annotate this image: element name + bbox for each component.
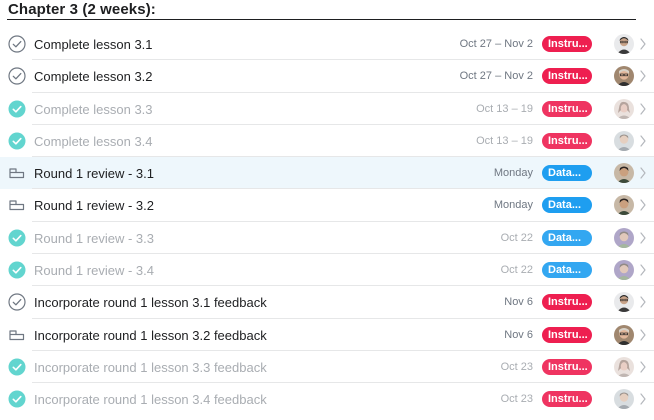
chevron-right-icon[interactable] — [639, 166, 647, 180]
approval-icon[interactable] — [8, 326, 26, 344]
due-date[interactable]: Oct 22 — [501, 264, 533, 276]
project-tag[interactable]: Instru... — [542, 294, 592, 311]
check-circle-icon[interactable] — [8, 293, 26, 311]
task-row[interactable]: Round 1 review - 3.2 Monday Data... — [0, 189, 654, 222]
task-name[interactable]: Round 1 review - 3.3 — [34, 231, 154, 246]
due-date[interactable]: Nov 6 — [504, 296, 533, 308]
project-tag[interactable]: Instru... — [542, 132, 592, 149]
project-tag[interactable]: Instru... — [542, 100, 592, 117]
project-tag[interactable]: Data... — [542, 197, 592, 214]
task-row[interactable]: Incorporate round 1 lesson 3.2 feedback N… — [0, 319, 654, 351]
check-circle-filled-icon[interactable] — [8, 229, 26, 247]
due-date[interactable]: Monday — [494, 199, 533, 211]
assignee-avatar[interactable] — [614, 163, 634, 184]
task-row[interactable]: Complete lesson 3.4 Oct 13 – 19 Instru... — [0, 125, 654, 158]
assignee-avatar[interactable] — [614, 66, 634, 87]
task-row[interactable]: Round 1 review - 3.3 Oct 22 Data... — [0, 222, 654, 255]
assignee-avatar[interactable] — [614, 34, 634, 54]
assignee-avatar[interactable] — [614, 260, 634, 281]
task-name[interactable]: Incorporate round 1 lesson 3.2 feedback — [34, 328, 267, 343]
chevron-right-icon[interactable] — [639, 37, 647, 51]
task-row[interactable]: Complete lesson 3.1 Oct 27 – Nov 2 Instru.… — [0, 28, 654, 61]
approval-icon[interactable] — [8, 196, 26, 214]
chevron-right-icon[interactable] — [639, 102, 647, 116]
check-circle-filled-icon[interactable] — [8, 390, 26, 408]
assignee-avatar[interactable] — [614, 130, 634, 151]
due-date[interactable]: Monday — [494, 167, 533, 179]
project-tag[interactable]: Instru... — [542, 68, 592, 85]
assignee-avatar[interactable] — [614, 227, 634, 248]
project-tag[interactable]: Data... — [542, 262, 592, 279]
task-name[interactable]: Complete lesson 3.2 — [34, 69, 153, 84]
section-title[interactable]: Chapter 3 (2 weeks): — [8, 1, 156, 18]
approval-icon[interactable] — [8, 164, 26, 182]
project-tag[interactable]: Data... — [542, 165, 592, 182]
task-name[interactable]: Complete lesson 3.1 — [34, 37, 153, 52]
task-name[interactable]: Incorporate round 1 lesson 3.4 feedback — [34, 392, 267, 407]
chevron-right-icon[interactable] — [639, 295, 647, 309]
task-list: Complete lesson 3.1 Oct 27 – Nov 2 Instru.… — [0, 28, 654, 416]
chevron-right-icon[interactable] — [639, 263, 647, 277]
assignee-avatar[interactable] — [614, 324, 634, 345]
project-tag[interactable]: Instru... — [542, 326, 592, 343]
task-row[interactable]: Incorporate round 1 lesson 3.1 feedback N… — [0, 286, 654, 319]
check-circle-filled-icon[interactable] — [8, 100, 26, 118]
assignee-avatar[interactable] — [614, 292, 634, 313]
task-name[interactable]: Round 1 review - 3.2 — [34, 198, 154, 213]
task-row[interactable]: Incorporate round 1 lesson 3.3 feedback O… — [0, 351, 654, 384]
chevron-right-icon[interactable] — [639, 360, 647, 374]
project-tag[interactable]: Instru... — [542, 36, 592, 52]
task-row[interactable]: Round 1 review - 3.4 Oct 22 Data... — [0, 254, 654, 287]
task-name[interactable]: Complete lesson 3.4 — [34, 134, 153, 149]
due-date[interactable]: Nov 6 — [504, 329, 533, 341]
project-tag[interactable]: Instru... — [542, 391, 592, 408]
check-circle-filled-icon[interactable] — [8, 358, 26, 376]
due-date[interactable]: Oct 27 – Nov 2 — [460, 70, 533, 82]
section-header[interactable]: Chapter 3 (2 weeks): — [0, 0, 654, 20]
task-name[interactable]: Complete lesson 3.3 — [34, 102, 153, 117]
chevron-right-icon[interactable] — [639, 392, 647, 406]
due-date[interactable]: Oct 23 — [501, 361, 533, 373]
chevron-right-icon[interactable] — [639, 198, 647, 212]
due-date[interactable]: Oct 13 – 19 — [476, 103, 533, 115]
task-name[interactable]: Round 1 review - 3.1 — [34, 166, 154, 181]
due-date[interactable]: Oct 23 — [501, 393, 533, 405]
assignee-avatar[interactable] — [614, 98, 634, 119]
section-divider — [7, 19, 636, 20]
chevron-right-icon[interactable] — [639, 328, 647, 342]
assignee-avatar[interactable] — [614, 356, 634, 377]
assignee-avatar[interactable] — [614, 389, 634, 410]
check-circle-filled-icon[interactable] — [8, 261, 26, 279]
check-circle-filled-icon[interactable] — [8, 132, 26, 150]
task-name[interactable]: Incorporate round 1 lesson 3.1 feedback — [34, 295, 267, 310]
task-name[interactable]: Round 1 review - 3.4 — [34, 263, 154, 278]
task-row[interactable]: Complete lesson 3.2 Oct 27 – Nov 2 Instru.… — [0, 60, 654, 93]
chevron-right-icon[interactable] — [639, 231, 647, 245]
check-circle-icon[interactable] — [8, 67, 26, 85]
project-tag[interactable]: Data... — [542, 229, 592, 246]
project-tag[interactable]: Instru... — [542, 358, 592, 375]
check-circle-icon[interactable] — [8, 35, 26, 53]
task-name[interactable]: Incorporate round 1 lesson 3.3 feedback — [34, 360, 267, 375]
task-row[interactable]: Complete lesson 3.3 Oct 13 – 19 Instru... — [0, 93, 654, 125]
assignee-avatar[interactable] — [614, 195, 634, 216]
due-date[interactable]: Oct 22 — [501, 232, 533, 244]
due-date[interactable]: Oct 13 – 19 — [476, 135, 533, 147]
due-date[interactable]: Oct 27 – Nov 2 — [460, 38, 533, 50]
task-row[interactable]: Incorporate round 1 lesson 3.4 feedback O… — [0, 383, 654, 415]
chevron-right-icon[interactable] — [639, 134, 647, 148]
task-row[interactable]: Round 1 review - 3.1 Monday Data... — [0, 157, 654, 190]
chevron-right-icon[interactable] — [639, 69, 647, 83]
